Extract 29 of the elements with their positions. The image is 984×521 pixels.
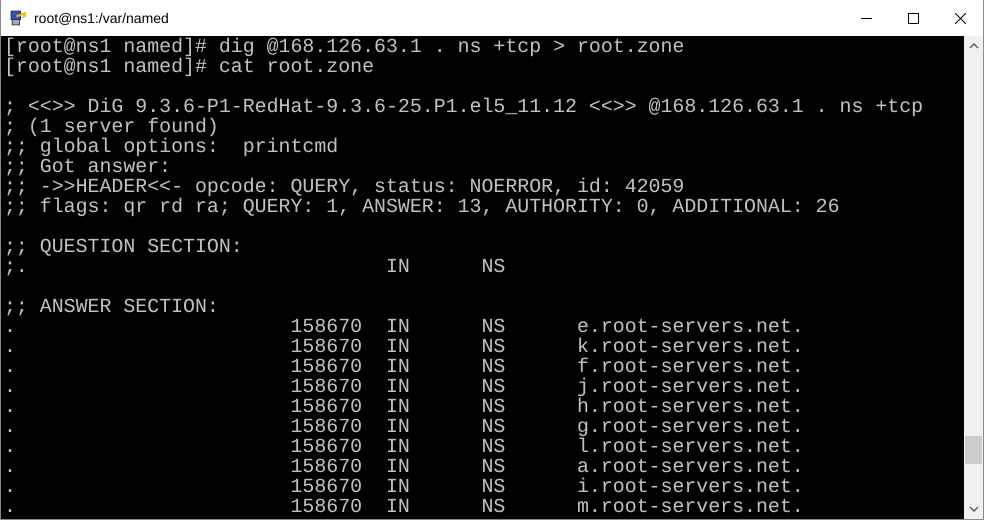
terminal-line: . 158670 IN NS g.root-servers.net. <box>4 417 805 437</box>
terminal-line: . 158670 IN NS l.root-servers.net. <box>4 437 805 457</box>
terminal-line: ;; global options: printcmd <box>4 137 340 157</box>
scroll-down-icon[interactable] <box>968 506 978 512</box>
terminal-line: ; <<>> DiG 9.3.6-P1-RedHat-9.3.6-25.P1.el5_11.12 <<>> @168.126.63.1 . ns +tcp <box>4 97 924 117</box>
terminal-line: [root@ns1 named]# dig @168.126.63.1 . ns +tcp > root.zone <box>4 37 686 57</box>
terminal-line: ;; ANSWER SECTION: <box>4 297 220 317</box>
terminal-line: . 158670 IN NS k.root-servers.net. <box>4 337 805 357</box>
terminal-line: . 158670 IN NS i.root-servers.net. <box>4 477 805 497</box>
terminal-line: . 158670 IN NS a.root-servers.net. <box>4 457 805 477</box>
scrollbar[interactable] <box>964 36 983 519</box>
terminal-line: ;; ->>HEADER<<- opcode: QUERY, status: NOERROR, id: 42059 <box>4 177 686 197</box>
window-title: root@ns1:/var/named <box>34 10 169 26</box>
scrollbar-thumb[interactable] <box>965 436 982 464</box>
terminal-line: ;. IN NS <box>4 257 506 277</box>
terminal-line: ; (1 server found) <box>4 117 220 137</box>
terminal-line: . 158670 IN NS m.root-servers.net. <box>4 497 805 517</box>
terminal-line: . 158670 IN NS e.root-servers.net. <box>4 317 805 337</box>
terminal-line: ;; flags: qr rd ra; QUERY: 1, ANSWER: 13, AUTHORITY: 0, ADDITIONAL: 26 <box>4 197 841 217</box>
terminal-line: ;; Got answer: <box>4 157 172 177</box>
scroll-up-icon[interactable] <box>968 43 978 49</box>
terminal-line: . 158670 IN NS f.root-servers.net. <box>4 357 805 377</box>
terminal-line: . 158670 IN NS h.root-servers.net. <box>4 397 805 417</box>
terminal-line: [root@ns1 named]# cat root.zone <box>4 57 376 77</box>
terminal-app-icon <box>10 10 27 26</box>
close-icon[interactable] <box>954 12 966 24</box>
terminal-line: . 158670 IN NS j.root-servers.net. <box>4 377 805 397</box>
maximize-icon[interactable] <box>908 12 918 24</box>
terminal-line: ;; QUESTION SECTION: <box>4 237 244 257</box>
